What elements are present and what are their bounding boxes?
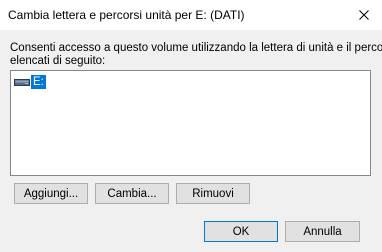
list-item-drive-e[interactable]: E: [14,74,46,89]
description-line-2: elencati di seguito: [10,55,106,67]
remove-button[interactable]: Rimuovi [176,183,250,204]
change-drive-letter-dialog: Cambia lettera e percorsi unità per E: (… [0,0,382,252]
change-button[interactable]: Cambia... [95,183,169,204]
add-button[interactable]: Aggiungi... [14,183,88,204]
title-bar: Cambia lettera e percorsi unità per E: (… [0,0,382,30]
dialog-title: Cambia lettera e percorsi unità per E: (… [8,8,245,22]
drive-path-list[interactable]: E: [10,70,371,176]
drive-label: E: [31,74,46,89]
ok-button[interactable]: OK [204,221,278,242]
drive-icon [14,75,30,88]
close-button[interactable] [346,0,382,30]
close-icon [359,10,369,20]
description-line-1: Consenti accesso a questo volume utilizz… [10,42,382,54]
description-text: Consenti accesso a questo volume utilizz… [10,42,382,68]
cancel-button[interactable]: Annulla [285,221,360,242]
